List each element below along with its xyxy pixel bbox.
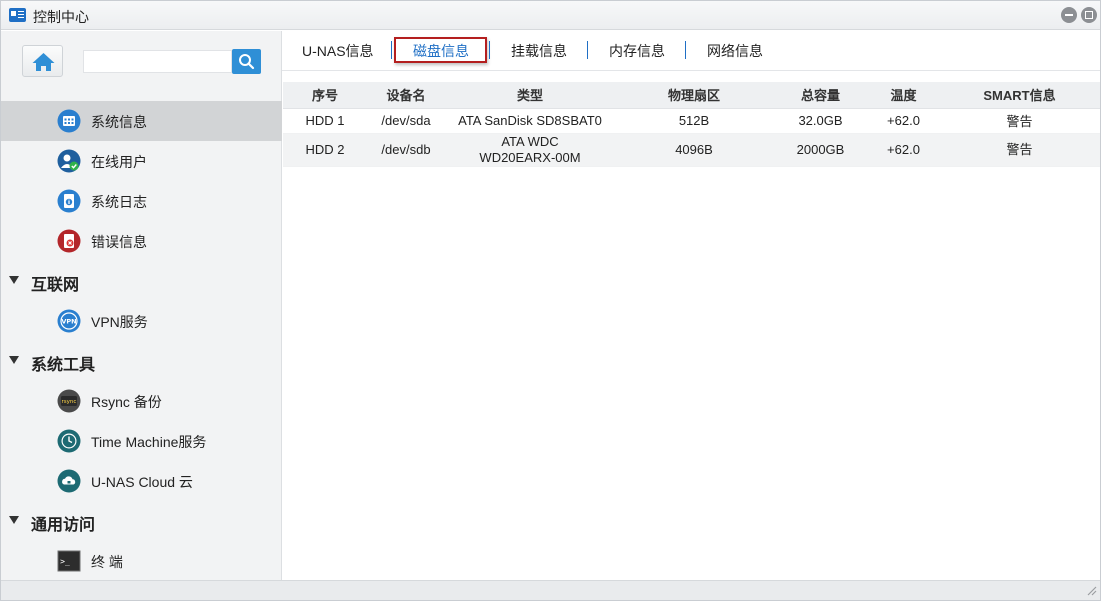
cell-type-line: WD20EARX-00M	[479, 149, 581, 165]
svg-text:rsync: rsync	[62, 399, 77, 405]
window-title: 控制中心	[33, 9, 89, 25]
sidebar-item-rsync[interactable]: rsync Rsync 备份	[1, 381, 282, 421]
tab-bar: U-NAS信息 磁盘信息 挂载信息 内存信息 网络信息	[282, 31, 1100, 71]
column-header-index[interactable]: 序号	[283, 82, 367, 109]
home-icon	[32, 53, 55, 71]
resize-grip-icon[interactable]	[1085, 584, 1097, 596]
cell-smart: 警告	[939, 133, 1100, 167]
section-general-access[interactable]: 通用访问	[1, 501, 282, 541]
vpn-icon: VPN	[57, 309, 81, 333]
sidebar-item-label: U-NAS Cloud 云	[91, 474, 193, 490]
sidebar-item-cloud[interactable]: U-NAS Cloud 云	[1, 461, 282, 501]
tab-separator	[489, 41, 490, 59]
sidebar-item-vpn[interactable]: VPN VPN服务	[1, 301, 282, 341]
cloud-icon	[57, 469, 81, 493]
sidebar-item-label: 终 端	[91, 554, 123, 570]
cell-type: ATA WDC WD20EARX-00M	[445, 133, 615, 167]
disk-table: 序号 设备名 类型 物理扇区 总容量 温度 SMART信息 HDD 1 /dev…	[283, 82, 1100, 167]
main-panel: U-NAS信息 磁盘信息 挂载信息 内存信息 网络信息 序号 设备名 类型 物理…	[282, 31, 1100, 580]
sidebar-item-online-users[interactable]: 在线用户	[1, 141, 282, 181]
cell-index: HDD 2	[283, 133, 367, 167]
sidebar: 系统信息 在线用户 系统日志 错误信息 互联网 VPN VPN服务 系统工具 r…	[1, 31, 282, 580]
section-label: 互联网	[31, 277, 80, 294]
collapse-arrow-icon[interactable]	[9, 356, 19, 364]
tab-network-info[interactable]: 网络信息	[707, 41, 763, 61]
cell-temp: +62.0	[868, 108, 939, 134]
system-info-icon	[57, 109, 81, 133]
cell-smart: 警告	[939, 108, 1100, 134]
column-header-smart[interactable]: SMART信息	[939, 82, 1100, 109]
tab-mount-info[interactable]: 挂载信息	[511, 41, 567, 61]
maximize-icon[interactable]	[1081, 7, 1097, 23]
cell-type: ATA SanDisk SD8SBAT0	[445, 108, 615, 134]
sidebar-item-system-info[interactable]: 系统信息	[1, 101, 282, 141]
control-center-icon	[9, 8, 26, 22]
sidebar-item-label: 系统日志	[91, 194, 147, 210]
status-bar	[1, 580, 1100, 600]
tab-disk-info[interactable]: 磁盘信息	[413, 41, 469, 61]
cell-capacity: 32.0GB	[773, 108, 868, 134]
sidebar-item-label: VPN服务	[91, 314, 148, 330]
sidebar-item-label: 在线用户	[91, 154, 147, 170]
sidebar-item-error-info[interactable]: 错误信息	[1, 221, 282, 261]
system-log-icon	[57, 189, 81, 213]
cell-temp: +62.0	[868, 133, 939, 167]
search-input[interactable]	[83, 50, 232, 73]
sidebar-item-terminal[interactable]: >_ 终 端	[1, 541, 282, 581]
cell-device: /dev/sdb	[367, 133, 445, 167]
svg-text:>_: >_	[60, 557, 70, 566]
cell-index: HDD 1	[283, 108, 367, 134]
tab-unas-info[interactable]: U-NAS信息	[302, 41, 374, 61]
cell-sector: 4096B	[615, 133, 773, 167]
sidebar-item-label: Rsync 备份	[91, 394, 162, 410]
sidebar-item-label: 错误信息	[91, 234, 147, 250]
online-users-icon	[57, 149, 81, 173]
column-header-type[interactable]: 类型	[445, 82, 615, 109]
section-label: 系统工具	[31, 357, 96, 374]
column-header-device[interactable]: 设备名	[367, 82, 445, 109]
tab-separator	[685, 41, 686, 59]
column-header-capacity[interactable]: 总容量	[773, 82, 868, 109]
error-info-icon	[57, 229, 81, 253]
sidebar-item-system-log[interactable]: 系统日志	[1, 181, 282, 221]
terminal-icon: >_	[57, 550, 81, 572]
tab-separator	[391, 41, 392, 59]
time-machine-icon	[57, 429, 81, 453]
column-header-temp[interactable]: 温度	[868, 82, 939, 109]
tab-separator	[587, 41, 588, 59]
control-center-window: 控制中心 系统信息 在线用户 系统日志 错误信息 互联网 VPN VPN服务 系…	[0, 0, 1101, 601]
sidebar-item-time-machine[interactable]: Time Machine服务	[1, 421, 282, 461]
title-bar[interactable]: 控制中心	[1, 1, 1100, 30]
section-internet[interactable]: 互联网	[1, 261, 282, 301]
home-button[interactable]	[22, 45, 63, 77]
minimize-icon[interactable]	[1061, 7, 1077, 23]
column-header-sector[interactable]: 物理扇区	[615, 82, 773, 109]
collapse-arrow-icon[interactable]	[9, 276, 19, 284]
search-button[interactable]	[232, 49, 261, 74]
svg-text:VPN: VPN	[61, 318, 76, 326]
search-icon	[239, 54, 255, 70]
rsync-icon: rsync	[57, 389, 81, 413]
cell-type-line: ATA SanDisk SD8SBAT0	[458, 113, 602, 128]
tab-memory-info[interactable]: 内存信息	[609, 41, 665, 61]
cell-capacity: 2000GB	[773, 133, 868, 167]
cell-sector: 512B	[615, 108, 773, 134]
sidebar-item-label: 系统信息	[91, 114, 147, 130]
table-row[interactable]: HDD 1 /dev/sda ATA SanDisk SD8SBAT0 512B…	[283, 108, 1100, 134]
collapse-arrow-icon[interactable]	[9, 516, 19, 524]
section-label: 通用访问	[31, 517, 96, 534]
table-header-row: 序号 设备名 类型 物理扇区 总容量 温度 SMART信息	[283, 82, 1100, 109]
table-row[interactable]: HDD 2 /dev/sdb ATA WDC WD20EARX-00M 4096…	[283, 133, 1100, 167]
section-system-tools[interactable]: 系统工具	[1, 341, 282, 381]
sidebar-item-label: Time Machine服务	[91, 434, 207, 450]
cell-type-line: ATA WDC	[501, 133, 559, 149]
cell-device: /dev/sda	[367, 108, 445, 134]
